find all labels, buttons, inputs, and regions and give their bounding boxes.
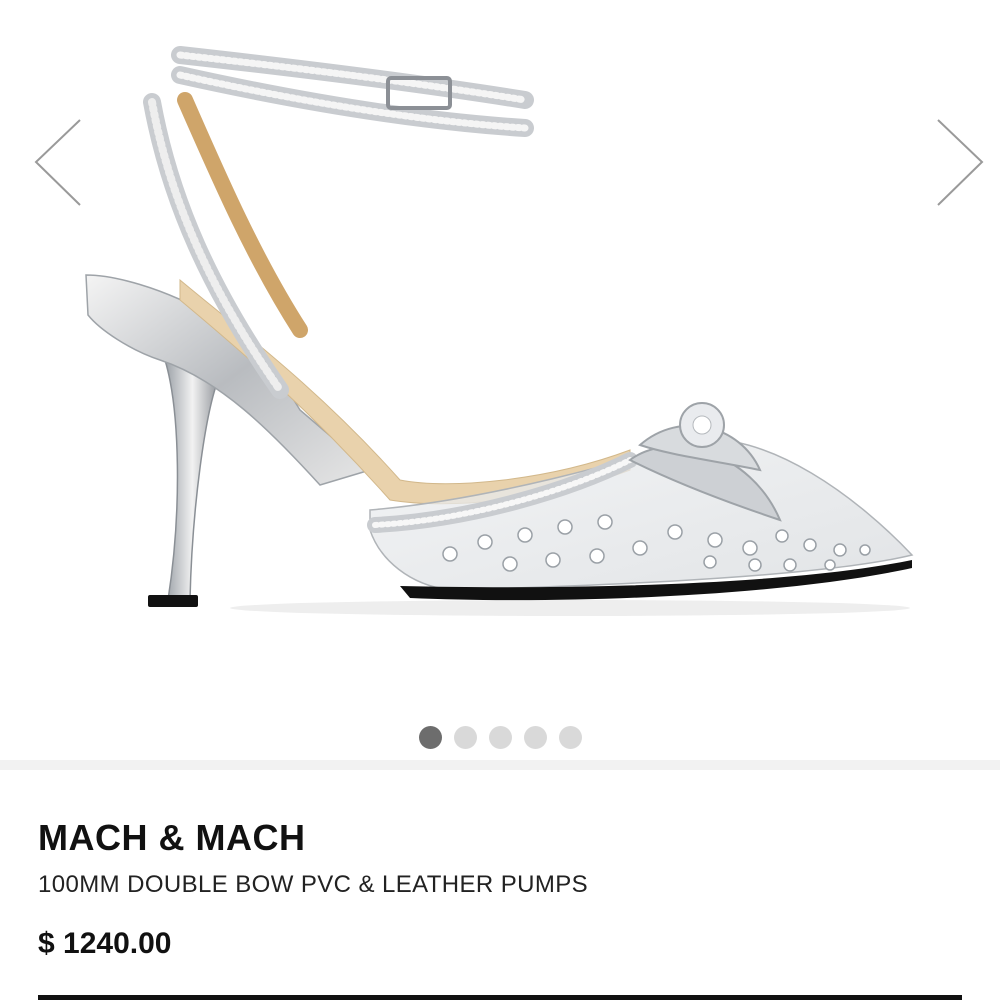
product-info: MACH & MACH 100MM DOUBLE BOW PVC & LEATH… xyxy=(38,812,958,964)
product-image-gallery[interactable] xyxy=(0,0,1000,760)
product-page: MACH & MACH 100MM DOUBLE BOW PVC & LEATH… xyxy=(0,0,1000,1000)
carousel-pagination xyxy=(0,726,1000,749)
carousel-dot-2[interactable] xyxy=(453,726,477,749)
product-price: $ 1240.00 xyxy=(38,927,172,960)
chevron-right-icon xyxy=(937,119,984,206)
brand-name[interactable]: MACH & MACH xyxy=(38,812,958,864)
carousel-dot-3[interactable] xyxy=(488,726,512,749)
carousel-dot-1[interactable] xyxy=(418,726,442,749)
product-image[interactable] xyxy=(70,30,930,630)
section-divider xyxy=(0,760,1000,770)
carousel-dot-5[interactable] xyxy=(558,726,582,749)
carousel-dot-4[interactable] xyxy=(523,726,547,749)
product-title: 100MM DOUBLE BOW PVC & LEATHER PUMPS xyxy=(38,871,589,898)
size-selector-border[interactable] xyxy=(38,995,962,1000)
next-image-button[interactable] xyxy=(930,115,990,210)
